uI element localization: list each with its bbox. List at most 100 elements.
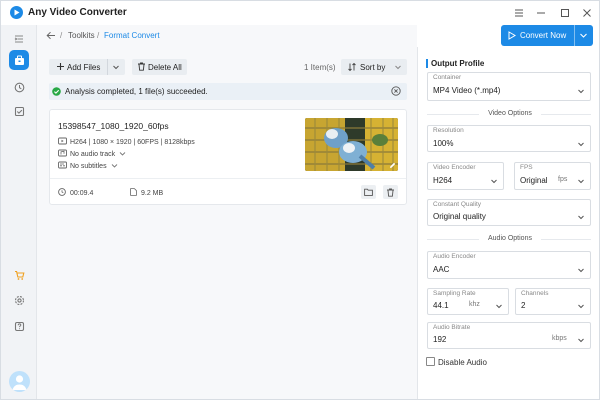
add-files-button[interactable]: Add Files [49, 59, 125, 75]
minimize-icon[interactable] [533, 5, 549, 21]
trash-icon [137, 62, 146, 73]
chevron-down-icon [578, 89, 584, 94]
resolution-select[interactable]: Resolution 100% [427, 125, 591, 152]
video-info-row: H264 | 1080 × 1920 | 60FPS | 8128kbps [58, 137, 195, 147]
fps-value: Original [520, 176, 548, 185]
fps-select[interactable]: FPS Original fps [514, 162, 591, 190]
add-files-divider [107, 59, 108, 75]
subtitles-icon [58, 161, 67, 171]
edit-thumbnail-icon[interactable] [389, 162, 396, 171]
video-encoder-select[interactable]: Video Encoder H264 [427, 162, 504, 190]
subtitles-label: No subtitles [70, 162, 107, 170]
convert-now-button[interactable]: Convert Now [501, 25, 593, 46]
disable-audio-label[interactable]: Disable Audio [438, 358, 487, 367]
tasks-nav-icon[interactable] [9, 101, 29, 121]
maximize-icon[interactable] [557, 5, 573, 21]
title-bar: Any Video Converter [1, 1, 599, 25]
card-divider [50, 178, 406, 179]
banner-text: Analysis completed, 1 file(s) succeeded. [65, 87, 208, 96]
chevron-down-icon [578, 142, 584, 147]
video-icon [58, 137, 67, 147]
resolution-label: Resolution [433, 127, 464, 134]
audio-encoder-value: AAC [433, 265, 450, 274]
container-label: Container [433, 74, 462, 81]
container-select[interactable]: Container MP4 Video (*.mp4) [427, 72, 591, 101]
history-nav-icon[interactable] [9, 77, 29, 97]
channels-select[interactable]: Channels 2 [515, 288, 591, 315]
sort-icon [347, 62, 357, 74]
chevron-down-icon[interactable] [112, 63, 120, 73]
fps-label: FPS [520, 164, 533, 171]
success-check-icon [52, 87, 61, 98]
user-avatar[interactable] [9, 371, 30, 392]
channels-value: 2 [521, 301, 526, 310]
chevron-down-icon [578, 338, 584, 343]
remove-file-button[interactable] [383, 185, 398, 199]
chevron-down-icon [111, 162, 118, 171]
chevron-down-icon [578, 268, 584, 273]
item-count: 1 Item(s) [304, 63, 336, 72]
open-folder-button[interactable] [361, 185, 376, 199]
title-accent-bar [426, 59, 428, 68]
divider-line [427, 114, 479, 115]
audio-bitrate-value: 192 [433, 335, 447, 344]
duration-row: 00:09.4 [58, 188, 93, 198]
trash-icon [387, 188, 394, 197]
audio-row[interactable]: No audio track [58, 149, 126, 159]
help-icon[interactable] [9, 316, 29, 336]
audio-encoder-select[interactable]: Audio Encoder AAC [427, 251, 591, 279]
plus-icon [56, 62, 65, 73]
chevron-down-icon[interactable] [579, 31, 588, 42]
menu-icon[interactable] [511, 5, 527, 21]
convert-now-label: Convert Now [520, 31, 567, 40]
add-files-label: Add Files [67, 63, 101, 72]
audio-bitrate-unit: kbps [552, 335, 567, 342]
file-icon [130, 188, 137, 198]
breadcrumb-toolkits[interactable]: Toolkits [68, 31, 95, 40]
breadcrumb-separator: / [60, 31, 63, 40]
app-window: Any Video Converter / Toolkits / Format … [0, 0, 600, 400]
settings-icon[interactable] [9, 290, 29, 310]
chevron-down-icon [578, 215, 584, 220]
output-profile-title: Output Profile [431, 59, 485, 68]
back-arrow-icon[interactable] [46, 31, 56, 42]
breadcrumb-separator: / [97, 31, 100, 40]
file-card[interactable]: 15398547_1080_1920_60fps H264 | 1080 × 1… [49, 109, 407, 205]
divider-line [427, 239, 479, 240]
file-name: 15398547_1080_1920_60fps [58, 121, 169, 131]
quality-label: Constant Quality [433, 201, 482, 208]
size-row: 9.2 MB [130, 188, 163, 198]
analysis-banner: Analysis completed, 1 file(s) succeeded. [49, 83, 407, 100]
toolkits-nav-icon[interactable] [9, 50, 29, 70]
channels-label: Channels [521, 290, 549, 297]
audio-bitrate-select[interactable]: Audio Bitrate 192 kbps [427, 322, 591, 349]
close-icon[interactable] [579, 5, 595, 21]
cart-icon[interactable] [9, 265, 29, 285]
dismiss-icon[interactable] [391, 86, 401, 98]
sort-by-button[interactable]: Sort by [341, 59, 407, 75]
audio-icon [58, 149, 67, 159]
resolution-value: 100% [433, 139, 454, 148]
sidebar [1, 25, 37, 399]
chevron-down-icon [394, 63, 402, 73]
chevron-down-icon [119, 150, 126, 159]
app-logo-icon [10, 6, 23, 19]
quality-value: Original quality [433, 212, 486, 221]
disable-audio-checkbox[interactable] [426, 357, 435, 366]
folder-icon [364, 188, 373, 196]
audio-encoder-label: Audio Encoder [433, 253, 476, 260]
video-encoder-value: H264 [433, 176, 453, 185]
delete-all-button[interactable]: Delete All [132, 59, 187, 75]
sampling-rate-label: Sampling Rate [433, 290, 476, 297]
quality-select[interactable]: Constant Quality Original quality [427, 199, 591, 226]
subtitles-row[interactable]: No subtitles [58, 161, 118, 171]
sampling-rate-select[interactable]: Sampling Rate 44.1 khz [427, 288, 509, 315]
sampling-rate-value: 44.1 [433, 301, 449, 310]
collapse-sidebar-icon[interactable] [9, 29, 29, 49]
app-title: Any Video Converter [28, 7, 127, 18]
video-info: H264 | 1080 × 1920 | 60FPS | 8128kbps [70, 138, 195, 146]
video-encoder-label: Video Encoder [433, 164, 476, 171]
video-thumbnail[interactable] [305, 118, 398, 171]
breadcrumb-current: Format Convert [104, 31, 160, 40]
chevron-down-icon [578, 179, 584, 184]
